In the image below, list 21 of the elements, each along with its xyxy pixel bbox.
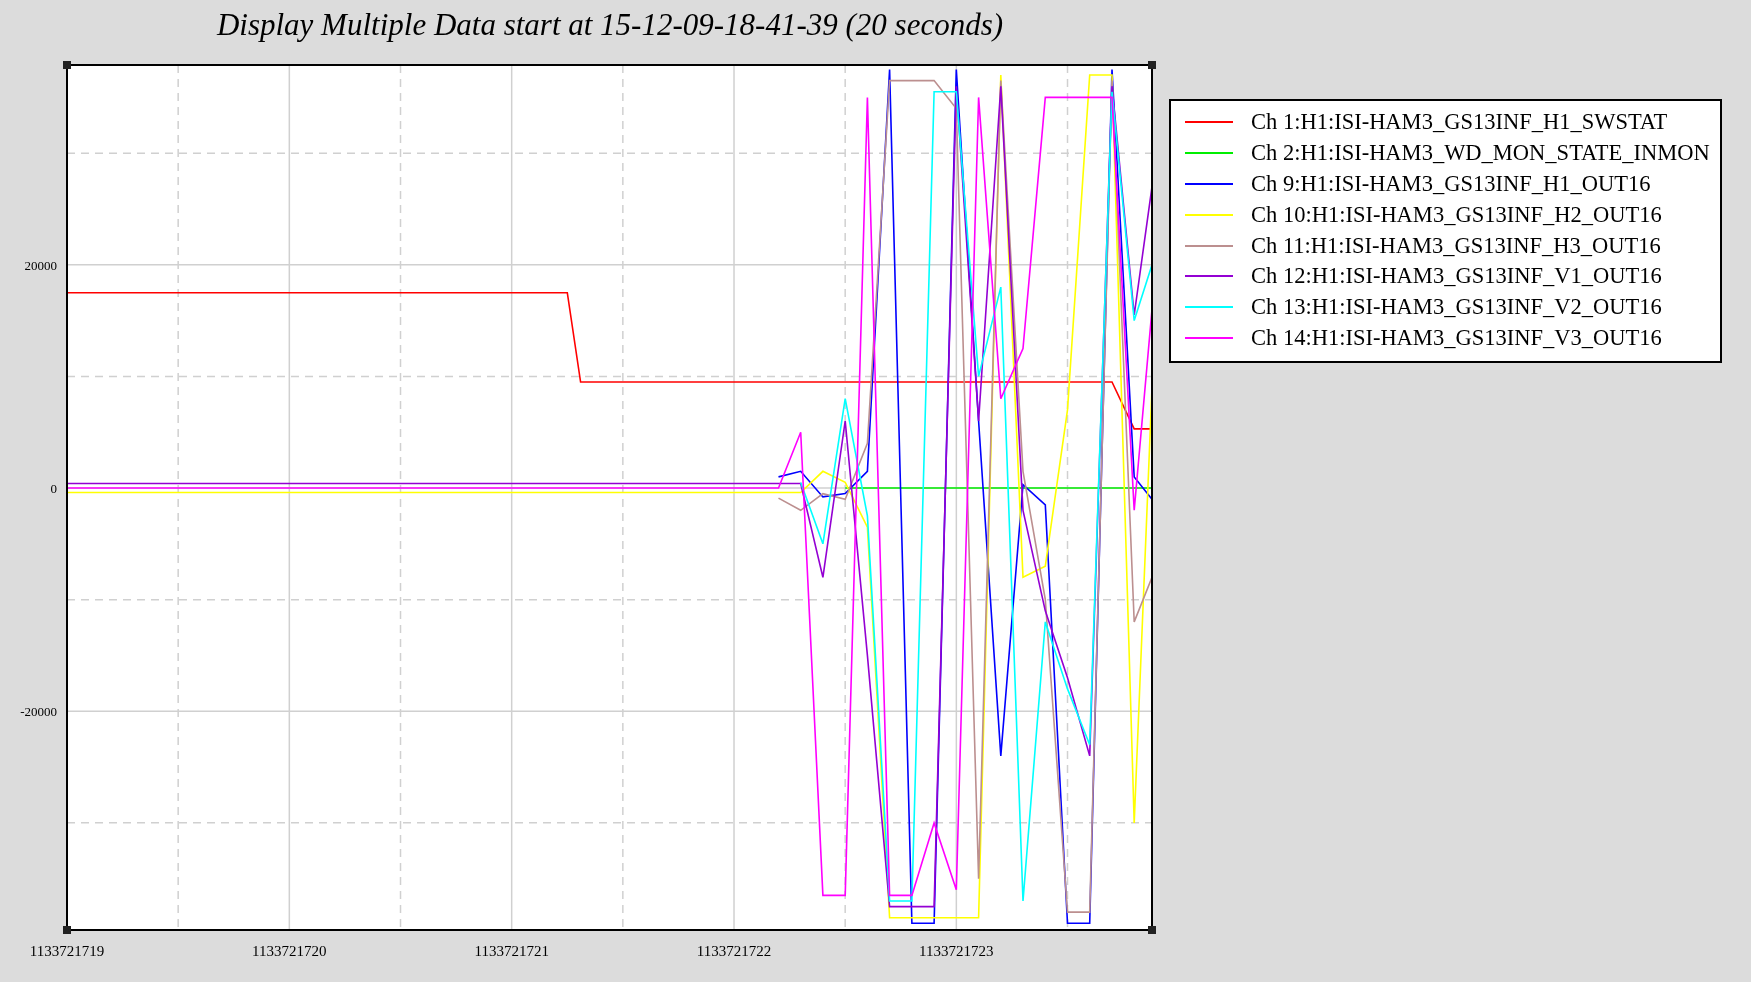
- legend-label: Ch 13:H1:ISI-HAM3_GS13INF_V2_OUT16: [1251, 294, 1662, 321]
- corner-handle[interactable]: [63, 61, 71, 69]
- legend-label: Ch 1:H1:ISI-HAM3_GS13INF_H1_SWSTAT: [1251, 109, 1668, 136]
- x-tick-label: 1133721721: [474, 943, 549, 959]
- y-tick-label: 20000: [24, 257, 57, 273]
- legend-label: Ch 10:H1:ISI-HAM3_GS13INF_H2_OUT16: [1251, 201, 1662, 228]
- y-tick-label: -20000: [20, 704, 57, 720]
- x-tick-label: 1133721722: [696, 943, 772, 959]
- legend-label: Ch 9:H1:ISI-HAM3_GS13INF_H1_OUT16: [1251, 171, 1651, 197]
- x-tick-label: 1133721719: [29, 943, 105, 959]
- legend-label: Ch 12:H1:ISI-HAM3_GS13INF_V1_OUT16: [1251, 263, 1662, 290]
- corner-handle[interactable]: [1148, 61, 1156, 69]
- legend-label: Ch 11:H1:ISI-HAM3_GS13INF_H3_OUT16: [1251, 232, 1661, 259]
- corner-handle[interactable]: [63, 926, 71, 934]
- y-tick-label: 0: [50, 481, 57, 496]
- legend-label: Ch 2:H1:ISI-HAM3_WD_MON_STATE_INMON: [1251, 140, 1710, 167]
- corner-handle[interactable]: [1148, 926, 1156, 934]
- x-tick-label: 1133721720: [252, 943, 327, 959]
- x-tick-label: 1133721723: [919, 943, 994, 959]
- chart-title: Display Multiple Data start at 15-12-09-18-41-39 (20 seconds): [216, 7, 1004, 43]
- legend-label: Ch 14:H1:ISI-HAM3_GS13INF_V3_OUT16: [1251, 324, 1662, 351]
